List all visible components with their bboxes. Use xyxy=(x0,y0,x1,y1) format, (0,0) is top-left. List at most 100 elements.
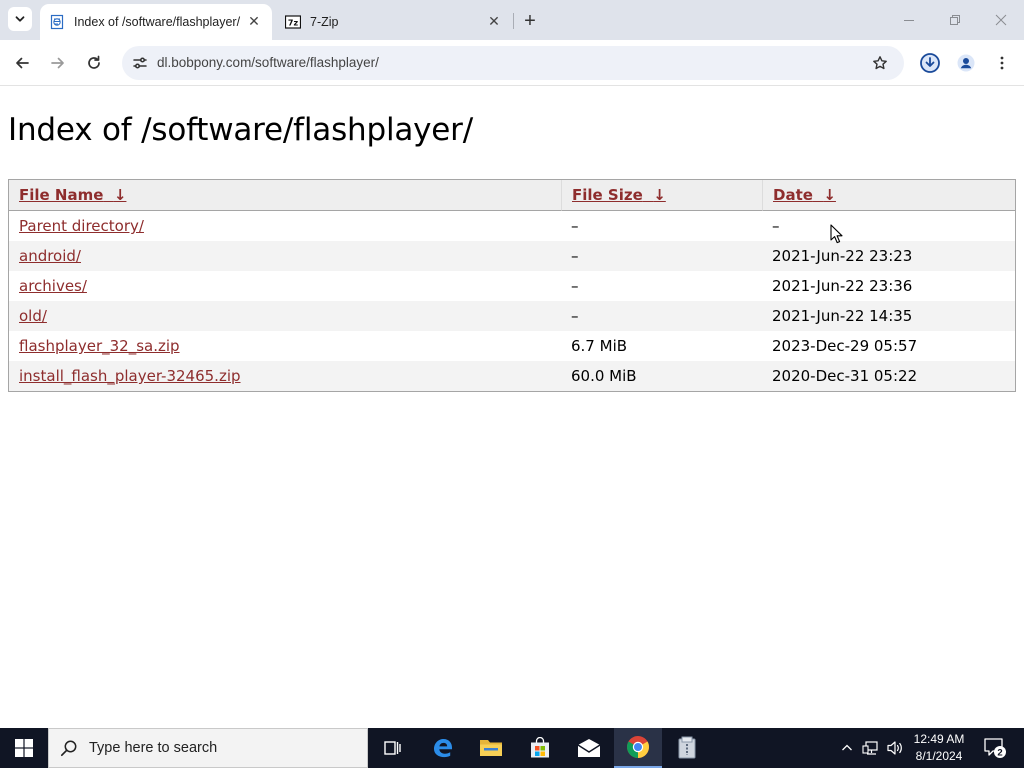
search-placeholder: Type here to search xyxy=(89,740,218,756)
tab-7zip[interactable]: 7z 7-Zip ✕ xyxy=(276,4,512,40)
taskbar: Type here to search 12:49 AM 8/1/2024 2 xyxy=(0,728,1024,768)
sort-arrow-icon: ↓ xyxy=(653,186,666,204)
sort-arrow-icon: ↓ xyxy=(823,186,836,204)
clock-time: 12:49 AM xyxy=(913,732,965,746)
network-icon xyxy=(862,741,878,755)
star-icon xyxy=(873,56,887,70)
forward-button[interactable] xyxy=(44,49,72,77)
task-view-button[interactable] xyxy=(368,728,416,768)
7zip-favicon-icon: 7z xyxy=(285,14,301,30)
file-link[interactable]: install_flash_player-32465.zip xyxy=(19,367,241,385)
table-row: Parent directory/ – – xyxy=(9,211,1015,241)
browser-window: Index of /software/flashplayer/ ✕ 7z 7-Z… xyxy=(0,0,1024,728)
close-window-button[interactable] xyxy=(978,0,1024,40)
taskbar-search-box[interactable]: Type here to search xyxy=(48,728,368,768)
minimize-icon xyxy=(904,20,914,21)
cell-date: 2021-Jun-22 23:36 xyxy=(772,277,913,295)
browser-toolbar: dl.bobpony.com/software/flashplayer/ xyxy=(0,40,1024,86)
restore-icon xyxy=(950,15,960,25)
downloads-button[interactable] xyxy=(916,49,944,77)
file-explorer-taskbar-button[interactable] xyxy=(467,728,515,768)
edge-taskbar-button[interactable] xyxy=(419,728,467,768)
folder-icon xyxy=(480,740,502,756)
store-taskbar-button[interactable] xyxy=(516,728,564,768)
minimize-button[interactable] xyxy=(886,0,932,40)
page-favicon-icon xyxy=(49,14,65,30)
download-icon xyxy=(920,53,940,73)
notification-count: 2 xyxy=(997,748,1002,759)
more-vert-icon xyxy=(1000,56,1004,70)
cell-date: – xyxy=(772,217,780,235)
url-text[interactable]: dl.bobpony.com/software/flashplayer/ xyxy=(157,55,379,70)
network-button[interactable] xyxy=(860,728,882,768)
site-info-button[interactable] xyxy=(128,51,152,75)
person-icon xyxy=(957,54,975,72)
header-file-name: File Name ↓ xyxy=(9,180,561,211)
file-link[interactable]: flashplayer_32_sa.zip xyxy=(19,337,180,355)
sort-by-size-link[interactable]: File Size ↓ xyxy=(572,186,666,204)
close-tab-icon[interactable]: ✕ xyxy=(244,12,264,32)
arrow-right-icon xyxy=(51,57,64,69)
file-link[interactable]: old/ xyxy=(19,307,47,325)
chevron-up-icon xyxy=(842,744,852,751)
table-row: archives/ – 2021-Jun-22 23:36 xyxy=(9,271,1015,301)
cell-size: 6.7 MiB xyxy=(571,337,628,355)
mail-taskbar-button[interactable] xyxy=(565,728,613,768)
tab-index-flashplayer[interactable]: Index of /software/flashplayer/ ✕ xyxy=(40,4,272,40)
restore-button[interactable] xyxy=(932,0,978,40)
reload-icon xyxy=(88,55,100,69)
tab-strip: Index of /software/flashplayer/ ✕ 7z 7-Z… xyxy=(0,0,1024,40)
tab-search-button[interactable] xyxy=(8,7,32,31)
chevron-down-icon xyxy=(15,16,25,22)
cell-date: 2021-Jun-22 23:23 xyxy=(762,241,1015,271)
arrow-left-icon xyxy=(16,57,29,69)
search-icon xyxy=(49,728,89,768)
cell-size: – xyxy=(571,217,579,235)
file-link[interactable]: Parent directory/ xyxy=(19,217,144,235)
table-row: android/ – 2021-Jun-22 23:23 xyxy=(9,241,1015,271)
cell-date: 2020-Dec-31 05:22 xyxy=(762,361,1015,391)
table-header-row: File Name ↓ File Size ↓ Date ↓ xyxy=(9,180,1015,211)
edge-icon xyxy=(434,739,452,758)
address-bar[interactable]: dl.bobpony.com/software/flashplayer/ xyxy=(122,46,904,80)
cell-size: – xyxy=(561,241,762,271)
tune-icon xyxy=(133,57,147,69)
show-hidden-icons-button[interactable] xyxy=(838,728,856,768)
directory-listing-table: File Name ↓ File Size ↓ Date ↓ Parent di… xyxy=(8,179,1016,392)
cell-date: 2021-Jun-22 14:35 xyxy=(762,301,1015,331)
cell-size: – xyxy=(561,301,762,331)
header-date: Date ↓ xyxy=(762,180,1015,211)
reload-button[interactable] xyxy=(80,49,108,77)
sort-by-date-link[interactable]: Date ↓ xyxy=(773,186,836,204)
cell-name: archives/ xyxy=(9,271,561,301)
archive-app-taskbar-button[interactable] xyxy=(663,728,711,768)
menu-button[interactable] xyxy=(988,49,1016,77)
close-icon xyxy=(995,14,1007,26)
start-button[interactable] xyxy=(0,728,48,768)
table-row: old/ – 2021-Jun-22 14:35 xyxy=(9,301,1015,331)
close-tab-icon[interactable]: ✕ xyxy=(484,12,504,32)
volume-button[interactable] xyxy=(884,728,906,768)
sort-by-name-link[interactable]: File Name ↓ xyxy=(19,186,126,204)
file-link[interactable]: android/ xyxy=(19,247,81,265)
cell-name: Parent directory/ xyxy=(9,211,561,241)
page-content: Index of /software/flashplayer/ File Nam… xyxy=(0,87,1024,728)
tab-separator xyxy=(513,13,514,29)
profile-button[interactable] xyxy=(952,49,980,77)
back-button[interactable] xyxy=(8,49,36,77)
bookmark-button[interactable] xyxy=(868,51,892,75)
cell-size: – xyxy=(571,277,579,295)
chrome-taskbar-button[interactable] xyxy=(614,728,662,768)
task-view-icon xyxy=(384,741,401,755)
notification-icon: 2 xyxy=(984,738,1006,759)
action-center-button[interactable]: 2 xyxy=(978,728,1012,768)
cell-name: old/ xyxy=(9,301,561,331)
table-row: flashplayer_32_sa.zip 6.7 MiB 2023-Dec-2… xyxy=(9,331,1015,361)
cell-name: flashplayer_32_sa.zip xyxy=(9,331,561,361)
taskbar-clock[interactable]: 12:49 AM 8/1/2024 xyxy=(905,731,973,765)
windows-logo-icon xyxy=(15,739,33,757)
svg-text:7z: 7z xyxy=(288,19,299,28)
new-tab-button[interactable]: + xyxy=(518,9,542,33)
file-link[interactable]: archives/ xyxy=(19,277,87,295)
cell-size: 60.0 MiB xyxy=(561,361,762,391)
